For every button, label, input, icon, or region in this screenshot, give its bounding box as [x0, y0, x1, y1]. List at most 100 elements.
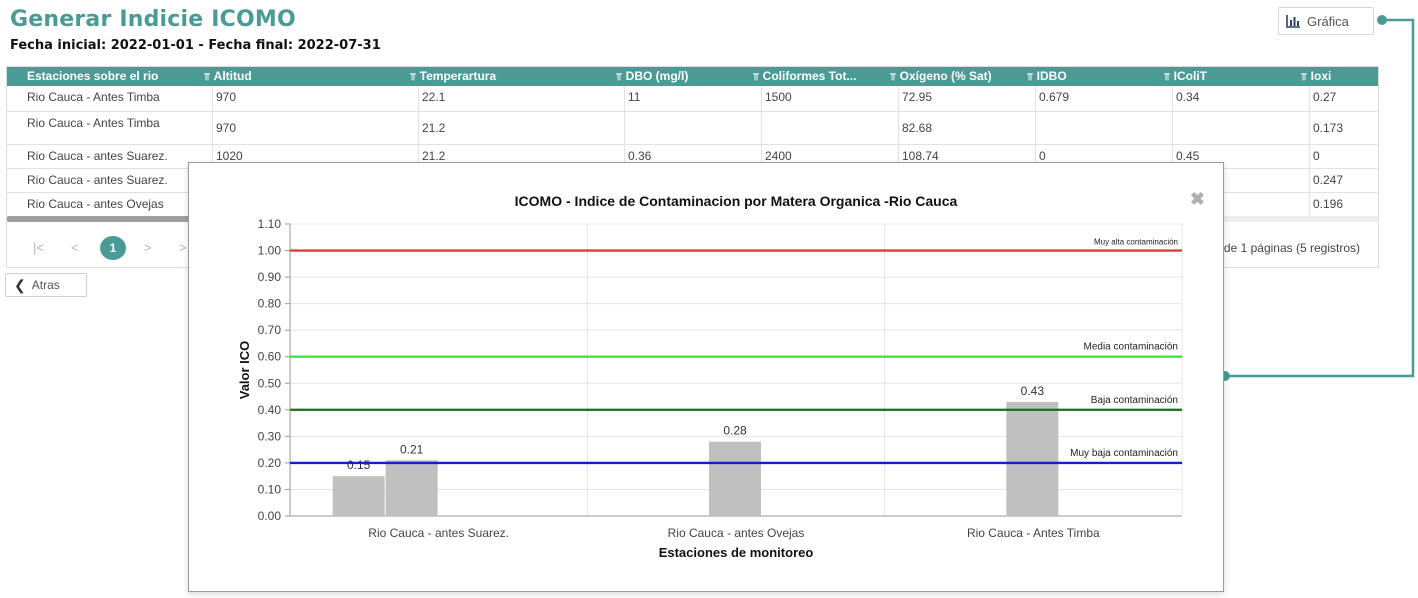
current-page-button[interactable]: 1: [100, 236, 126, 260]
filter-icon[interactable]: ⫪: [1164, 72, 1170, 83]
column-header-label: Altitud: [213, 69, 252, 83]
prev-page-button[interactable]: <: [71, 240, 79, 255]
x-tick-label: Rio Cauca - antes Suarez.: [368, 526, 509, 540]
table-cell: Rio Cauca - Antes Timba: [27, 90, 160, 104]
y-tick-label: 0.70: [258, 323, 282, 337]
x-tick-label: Rio Cauca - antes Ovejas: [668, 526, 805, 540]
back-button[interactable]: ❮ Atras: [5, 273, 87, 297]
connector-dot-start: [1377, 15, 1387, 25]
grid-header: Estaciones sobre el rio ⫪ Altitud ⫪ Temperar…: [7, 67, 1378, 86]
next-page-button[interactable]: >: [144, 240, 152, 255]
y-tick-label: 0.20: [258, 456, 282, 470]
column-header-label: DBO (mg/l): [625, 69, 689, 83]
column-header-7[interactable]: ⫪ IColiT: [1164, 67, 1207, 86]
table-cell: 0.173: [1309, 112, 1378, 144]
column-header-0[interactable]: Estaciones sobre el rio: [27, 67, 158, 86]
chevron-left-icon: ❮: [14, 276, 26, 293]
table-cell: 1500: [761, 86, 898, 111]
reference-line-label: Muy baja contaminación: [1070, 448, 1178, 459]
bar: [332, 476, 385, 516]
column-header-2[interactable]: ⫪ Temperartura: [410, 67, 496, 86]
table-cell: 970: [212, 112, 418, 144]
table-cell: Rio Cauca - antes Suarez.: [27, 173, 168, 187]
chart-modal: ICOMO - Indice de Contaminacion por Mate…: [188, 162, 1224, 592]
column-header-label: Estaciones sobre el rio: [27, 69, 159, 83]
y-tick-label: 0.50: [258, 376, 282, 390]
filter-icon[interactable]: ⫪: [890, 72, 896, 83]
column-header-label: Coliformes Tot...: [762, 69, 857, 83]
table-cell: Rio Cauca - antes Ovejas: [27, 197, 164, 211]
page-title: Generar Indicie ICOMO: [10, 7, 296, 32]
bar: [709, 441, 761, 516]
filter-icon[interactable]: ⫪: [1301, 72, 1307, 83]
table-cell: [761, 112, 898, 144]
y-tick-label: 1.00: [258, 244, 282, 258]
back-button-label: Atras: [31, 278, 60, 292]
x-tick-label: Rio Cauca - Antes Timba: [967, 526, 1100, 540]
table-cell: 21.2: [418, 112, 624, 144]
column-header-6[interactable]: ⫪ IDBO: [1027, 67, 1067, 86]
y-tick-label: 0.40: [258, 403, 282, 417]
y-tick-label: 0.10: [258, 482, 282, 496]
table-cell: 0: [1309, 145, 1378, 168]
reference-line-label: Media contaminación: [1084, 342, 1179, 353]
x-axis-label: Estaciones de monitoreo: [659, 545, 814, 560]
y-tick-label: 0.60: [258, 350, 282, 364]
first-page-button[interactable]: |<: [33, 240, 44, 255]
y-tick-label: 0.30: [258, 429, 282, 443]
last-page-button[interactable]: >: [179, 240, 187, 255]
reference-line-label: Baja contaminación: [1091, 395, 1178, 406]
date-range-subtitle: Fecha inicial: 2022-01-01 - Fecha final:…: [10, 38, 381, 53]
column-header-label: Temperartura: [419, 69, 497, 83]
column-header-label: IDBO: [1036, 69, 1067, 83]
chart-button-label: Gráfica: [1307, 13, 1349, 29]
table-cell: 22.1: [418, 86, 624, 111]
column-header-label: Ioxi: [1310, 69, 1332, 83]
icomo-chart: ICOMO - Indice de Contaminacion por Mate…: [237, 193, 1183, 560]
table-row[interactable]: Rio Cauca - Antes Timba 970 22.1 11 1500 72.9…: [7, 86, 1378, 112]
chart-button[interactable]: Gráfica: [1278, 7, 1374, 35]
table-cell: 0.27: [1309, 86, 1378, 111]
table-cell: Rio Cauca - Antes Timba: [27, 116, 160, 130]
y-tick-label: 0.00: [258, 509, 282, 523]
filter-icon[interactable]: ⫪: [753, 72, 759, 83]
y-tick-label: 0.80: [258, 297, 282, 311]
column-header-label: IColiT: [1173, 69, 1207, 83]
data-label: 0.21: [400, 442, 424, 456]
data-label: 0.43: [1021, 384, 1045, 398]
column-header-5[interactable]: ⫪ Oxígeno (% Sat): [890, 67, 992, 86]
column-header-4[interactable]: ⫪ Coliformes Tot...: [753, 67, 856, 86]
table-row[interactable]: Rio Cauca - Antes Timba 970 21.2 82.68 0.173: [7, 112, 1378, 145]
data-label: 0.15: [347, 458, 371, 472]
filter-icon[interactable]: ⫪: [204, 72, 210, 83]
bar-chart-icon: [1286, 15, 1300, 28]
scrollbar-thumb[interactable]: [7, 216, 197, 222]
close-x-icon[interactable]: ✖: [1190, 189, 1205, 210]
filter-icon[interactable]: ⫪: [410, 72, 416, 83]
table-cell: [1035, 112, 1172, 144]
y-axis-label: Valor ICO: [237, 341, 252, 400]
table-cell: 0.34: [1172, 86, 1309, 111]
table-cell: 0.247: [1309, 169, 1378, 192]
filter-icon[interactable]: ⫪: [1027, 72, 1033, 83]
table-cell: 970: [212, 86, 418, 111]
table-cell: 0.196: [1309, 193, 1378, 216]
table-cell: 72.95: [898, 86, 1035, 111]
y-tick-label: 0.90: [258, 270, 282, 284]
column-header-8[interactable]: ⫪ Ioxi: [1301, 67, 1331, 86]
column-header-label: Oxígeno (% Sat): [899, 69, 992, 83]
column-header-1[interactable]: ⫪ Altitud: [204, 67, 252, 86]
column-header-3[interactable]: ⫪ DBO (mg/l): [616, 67, 688, 86]
y-tick-label: 1.10: [258, 217, 282, 231]
filter-icon[interactable]: ⫪: [616, 72, 622, 83]
chart-title: ICOMO - Indice de Contaminacion por Mate…: [515, 193, 958, 209]
table-cell: 82.68: [898, 112, 1035, 144]
data-label: 0.28: [723, 424, 747, 438]
table-cell: 0.679: [1035, 86, 1172, 111]
bar: [1006, 401, 1059, 516]
reference-line-label: Muy alta contaminación: [1094, 238, 1178, 247]
table-cell: 11: [624, 86, 761, 111]
bar: [385, 460, 438, 516]
table-cell: Rio Cauca - antes Suarez.: [27, 149, 168, 163]
table-cell: [1172, 112, 1309, 144]
